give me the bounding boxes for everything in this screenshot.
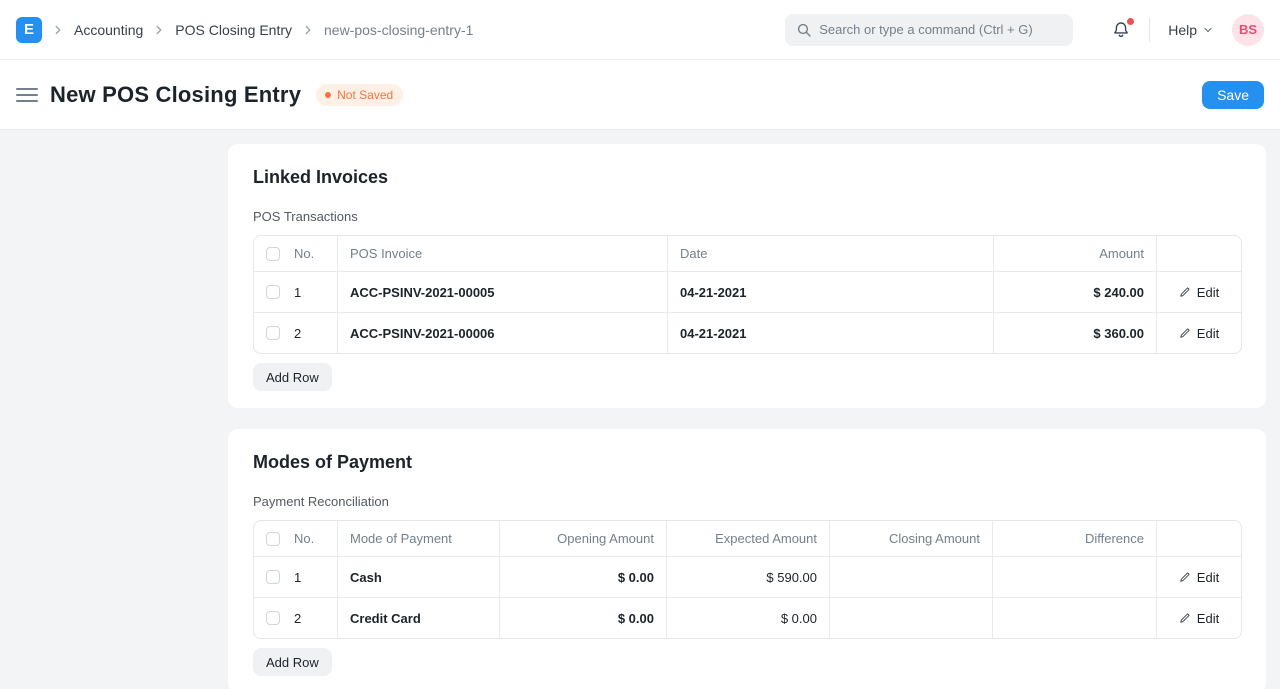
search-input[interactable] — [785, 13, 1074, 46]
avatar[interactable]: BS — [1232, 13, 1264, 46]
opening-amount-cell[interactable]: $ 0.00 — [500, 557, 667, 597]
table-row: 2 Credit Card $ 0.00 $ 0.00 Edit — [254, 597, 1241, 638]
pencil-icon — [1180, 287, 1190, 297]
app-logo[interactable]: E — [16, 16, 42, 43]
row-checkbox[interactable] — [266, 326, 280, 340]
difference-cell[interactable] — [993, 557, 1157, 597]
amount-cell[interactable]: $ 240.00 — [994, 272, 1157, 312]
chevron-right-icon — [301, 23, 315, 37]
breadcrumb-pos-closing-entry[interactable]: POS Closing Entry — [175, 22, 292, 38]
app-logo-letter: E — [23, 21, 34, 38]
row-number-cell: 2 — [254, 598, 338, 638]
edit-cell: Edit — [1157, 272, 1241, 312]
edit-cell: Edit — [1157, 313, 1241, 353]
status-badge: Not Saved — [316, 83, 404, 106]
edit-row-button[interactable]: Edit — [1179, 611, 1219, 626]
table-header-row: No. Mode of Payment Opening Amount Expec… — [254, 521, 1241, 556]
header-date: Date — [668, 236, 994, 271]
edit-cell: Edit — [1157, 598, 1241, 638]
header-closing-amount: Closing Amount — [830, 521, 993, 556]
pos-transactions-table: No. POS Invoice Date Amount 1 ACC-PSINV-… — [253, 235, 1242, 354]
header-opening-amount: Opening Amount — [500, 521, 667, 556]
edit-row-button[interactable]: Edit — [1179, 326, 1219, 341]
page-title: New POS Closing Entry — [50, 81, 302, 107]
save-button[interactable]: Save — [1202, 80, 1264, 109]
global-search[interactable] — [785, 13, 1074, 46]
header-difference: Difference — [993, 521, 1157, 556]
mode-of-payment-cell[interactable]: Cash — [338, 557, 500, 597]
page-head: New POS Closing Entry Not Saved Save — [0, 60, 1280, 130]
header-no: No. — [254, 236, 338, 271]
amount-cell[interactable]: $ 360.00 — [994, 313, 1157, 353]
header-edit — [1157, 236, 1241, 271]
difference-cell[interactable] — [993, 598, 1157, 638]
breadcrumb-accounting[interactable]: Accounting — [74, 22, 143, 38]
payment-reconciliation-label: Payment Reconciliation — [253, 494, 389, 509]
table-row: 2 ACC-PSINV-2021-00006 04-21-2021 $ 360.… — [254, 312, 1241, 353]
table-header-row: No. POS Invoice Date Amount — [254, 236, 1241, 271]
main-content: Linked Invoices POS Transactions No. POS… — [0, 130, 1280, 689]
edit-row-button[interactable]: Edit — [1179, 285, 1219, 300]
date-cell[interactable]: 04-21-2021 — [668, 313, 994, 353]
expected-amount-cell[interactable]: $ 0.00 — [667, 598, 830, 638]
date-cell[interactable]: 04-21-2021 — [668, 272, 994, 312]
pencil-icon — [1180, 572, 1190, 582]
header-mode-of-payment: Mode of Payment — [338, 521, 500, 556]
closing-amount-cell[interactable] — [830, 598, 993, 638]
chevron-down-icon — [1204, 27, 1212, 32]
pos-transactions-label: POS Transactions — [253, 209, 358, 224]
edit-cell: Edit — [1157, 557, 1241, 597]
status-badge-label: Not Saved — [337, 87, 394, 102]
notifications-button[interactable] — [1111, 17, 1135, 40]
expected-amount-cell[interactable]: $ 590.00 — [667, 557, 830, 597]
edit-row-button[interactable]: Edit — [1179, 570, 1219, 585]
pos-invoice-cell[interactable]: ACC-PSINV-2021-00005 — [338, 272, 668, 312]
top-navbar: E Accounting POS Closing Entry new-pos-c… — [0, 0, 1280, 60]
row-number-cell: 2 — [254, 313, 338, 353]
payment-reconciliation-table: No. Mode of Payment Opening Amount Expec… — [253, 520, 1242, 639]
status-dot — [325, 91, 332, 98]
breadcrumb-current-doc: new-pos-closing-entry-1 — [324, 21, 474, 38]
navbar-divider — [1149, 17, 1151, 42]
chevron-right-icon — [51, 23, 65, 37]
select-all-checkbox[interactable] — [266, 531, 280, 546]
modes-of-payment-section: Modes of Payment Payment Reconciliation … — [228, 429, 1266, 689]
search-icon — [796, 22, 812, 38]
pos-invoice-cell[interactable]: ACC-PSINV-2021-00006 — [338, 313, 668, 353]
row-checkbox[interactable] — [266, 611, 280, 625]
pencil-icon — [1180, 613, 1190, 623]
help-menu[interactable]: Help — [1168, 22, 1214, 38]
closing-amount-cell[interactable] — [830, 557, 993, 597]
header-expected-amount: Expected Amount — [667, 521, 830, 556]
linked-invoices-title: Linked Invoices — [253, 167, 389, 187]
header-no: No. — [254, 521, 338, 556]
row-checkbox[interactable] — [266, 570, 280, 584]
row-number-cell: 1 — [254, 557, 338, 597]
add-row-button[interactable]: Add Row — [253, 363, 332, 391]
header-pos-invoice: POS Invoice — [338, 236, 668, 271]
chevron-right-icon — [152, 23, 166, 37]
row-checkbox[interactable] — [266, 285, 280, 299]
table-row: 1 ACC-PSINV-2021-00005 04-21-2021 $ 240.… — [254, 271, 1241, 312]
header-amount: Amount — [994, 236, 1157, 271]
help-label: Help — [1168, 21, 1197, 38]
table-row: 1 Cash $ 0.00 $ 590.00 Edit — [254, 556, 1241, 597]
select-all-checkbox[interactable] — [266, 246, 280, 261]
mode-of-payment-cell[interactable]: Credit Card — [338, 598, 500, 638]
add-row-button[interactable]: Add Row — [253, 648, 332, 676]
sidebar-toggle-icon[interactable] — [16, 87, 38, 102]
linked-invoices-section: Linked Invoices POS Transactions No. POS… — [228, 144, 1266, 408]
opening-amount-cell[interactable]: $ 0.00 — [500, 598, 667, 638]
row-number-cell: 1 — [254, 272, 338, 312]
notification-dot — [1127, 17, 1135, 25]
modes-of-payment-title: Modes of Payment — [253, 452, 413, 472]
header-edit — [1157, 521, 1241, 556]
pencil-icon — [1180, 328, 1190, 338]
